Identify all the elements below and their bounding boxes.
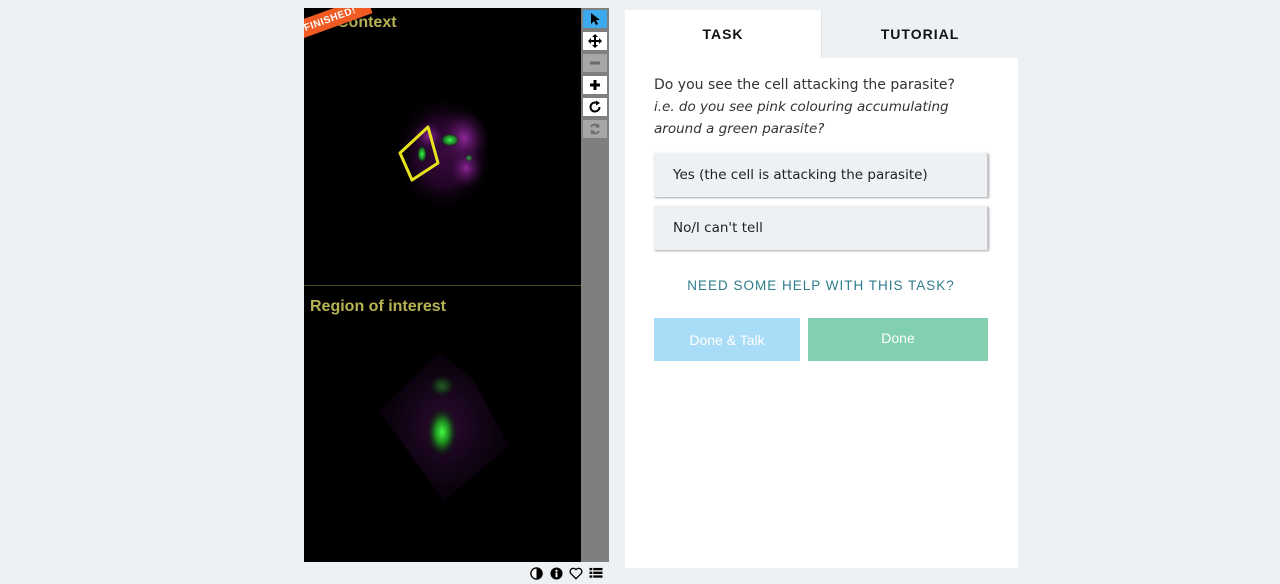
collections-icon [589,567,603,578]
tab-tutorial[interactable]: TUTORIAL [821,10,1018,58]
pointer-icon [591,13,600,25]
answer-yes-button[interactable]: Yes (the cell is attacking the parasite) [654,153,988,197]
done-button[interactable]: Done [808,318,988,361]
answer-no-button[interactable]: No/I can't tell [654,206,988,250]
move-icon [588,34,602,48]
favorite-button[interactable] [568,565,584,581]
zoom-in-icon [590,80,600,90]
task-question: Do you see the cell attacking the parasi… [654,74,994,140]
reset-button[interactable] [583,120,607,138]
invert-button[interactable] [528,565,544,581]
subject-viewer: Context Region of interest FINISHED! [304,8,609,580]
subject-meta-tools [528,565,604,581]
question-detail-line-2: around a green parasite? [654,121,825,137]
region-frame[interactable]: Region of interest [304,286,581,562]
info-icon [549,566,563,580]
invert-icon [529,566,543,580]
viewer-toolbar [581,8,609,562]
info-button[interactable] [548,565,564,581]
done-and-talk-button[interactable]: Done & Talk [654,318,800,361]
zoom-out-icon [590,61,600,65]
region-image [379,352,509,501]
subject-image[interactable]: Context Region of interest FINISHED! [304,8,581,562]
heart-icon [569,567,583,580]
task-panel: TASK TUTORIAL Do you see the cell attack… [625,10,1018,568]
move-tool-button[interactable] [583,32,607,50]
tab-task[interactable]: TASK [625,10,821,58]
question-text: Do you see the cell attacking the parasi… [654,77,955,93]
region-label: Region of interest [310,298,447,315]
collections-button[interactable] [588,565,604,581]
context-image [392,93,496,213]
question-detail-line-1: i.e. do you see pink colouring accumulat… [654,99,949,115]
rotate-button[interactable] [583,98,607,116]
context-frame[interactable]: Context [304,8,581,285]
pointer-tool-button[interactable] [583,10,607,28]
zoom-out-button[interactable] [583,54,607,72]
rotate-icon [589,100,601,113]
task-help-link[interactable]: NEED SOME HELP WITH THIS TASK? [654,278,988,293]
reset-icon [590,123,600,135]
panel-tabs: TASK TUTORIAL [625,10,1018,58]
zoom-in-button[interactable] [583,76,607,94]
